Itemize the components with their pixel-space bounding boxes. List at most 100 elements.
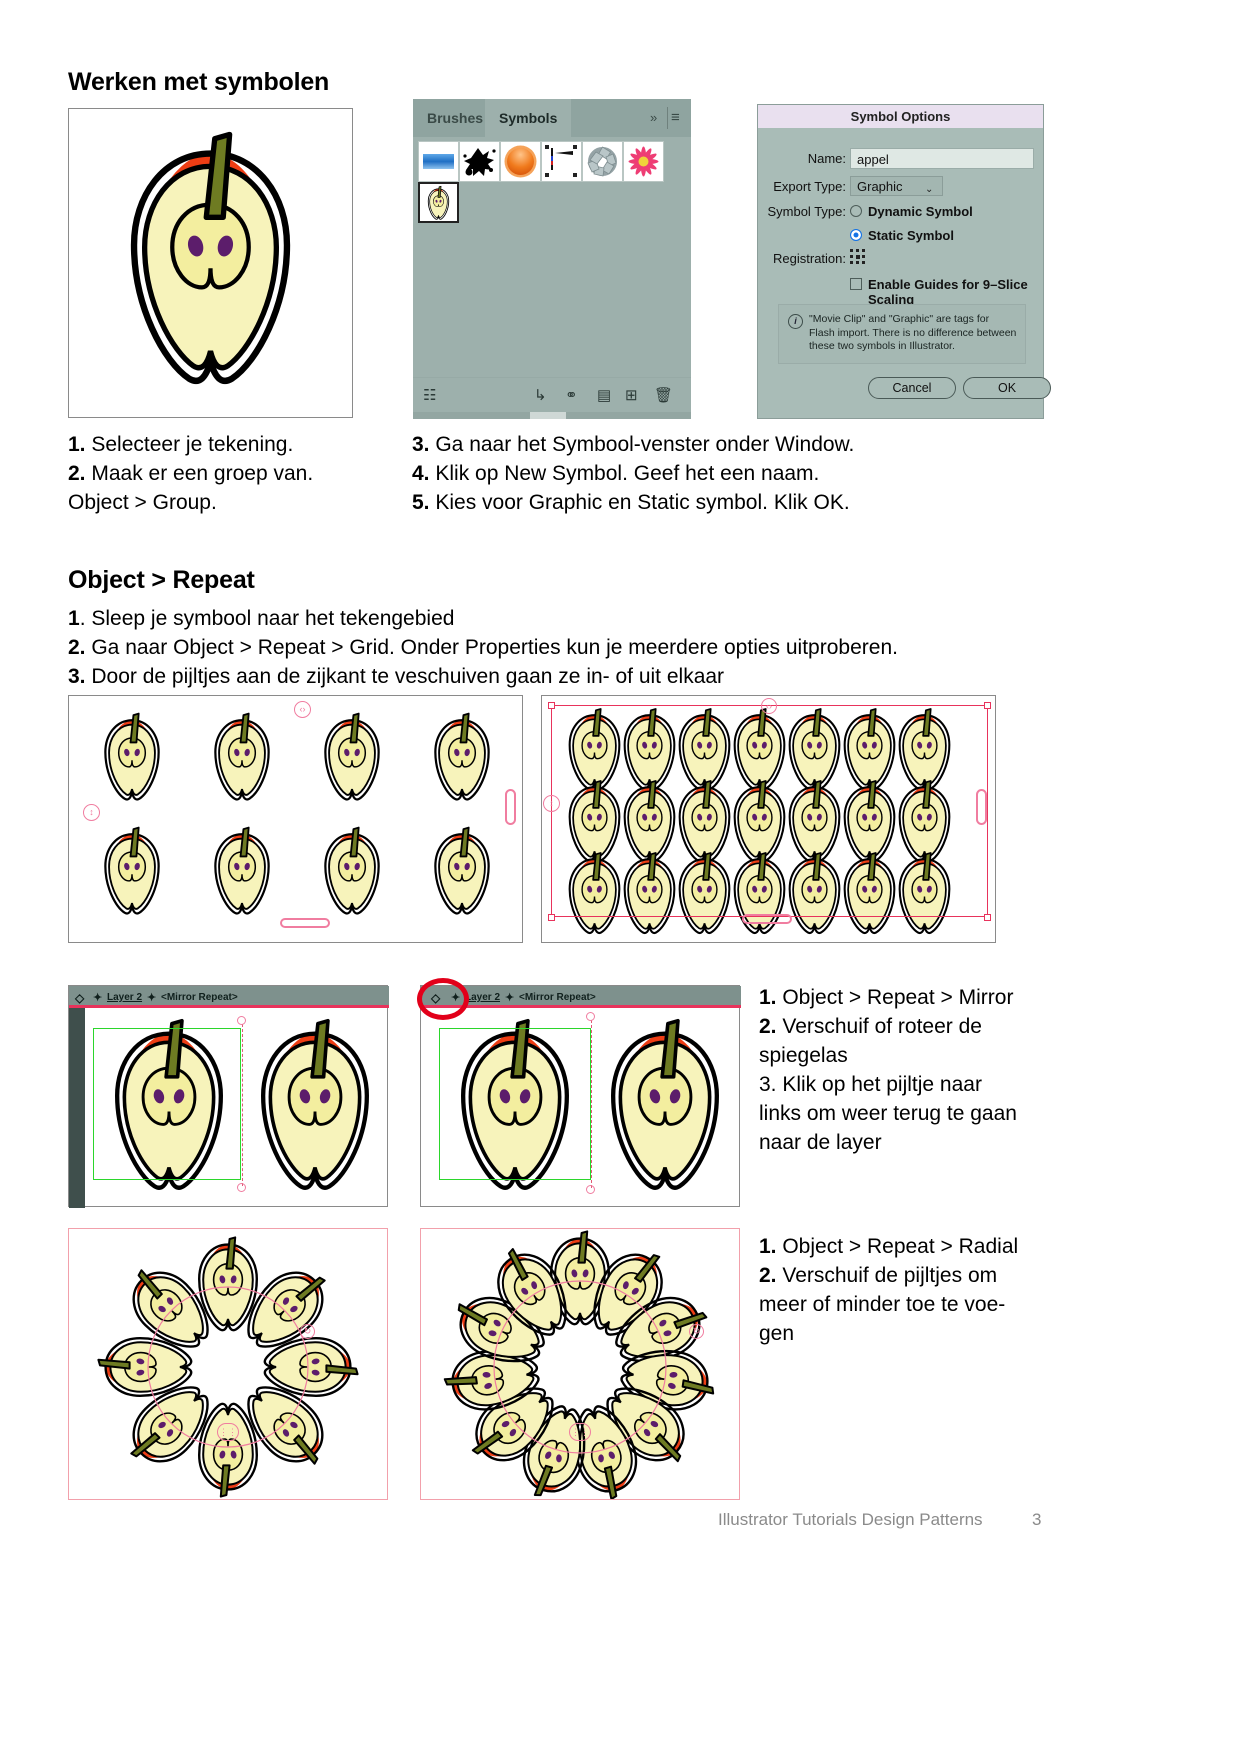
panel-collapse-icon[interactable]: »	[650, 110, 657, 125]
layer-bar-right[interactable]: ◇ ✦ Layer 2 ✦ <Mirror Repeat>	[421, 986, 741, 1008]
footer-page-number: 3	[1032, 1510, 1042, 1529]
grid-horizontal-handle-icon[interactable]: ‹›	[294, 701, 311, 718]
enable-guides-label[interactable]: Enable Guides for 9–Slice Scaling	[868, 277, 1043, 307]
mirror-axis-bottom-handle[interactable]	[586, 1185, 595, 1194]
grid-right-slider-handle[interactable]	[976, 789, 987, 825]
pink-daisy-symbol-icon	[628, 146, 659, 177]
grid-bottom-slider-handle[interactable]	[280, 918, 330, 928]
chevron-down-icon[interactable]: ⌄	[925, 184, 933, 195]
symbol-cell-apple[interactable]	[418, 182, 459, 223]
symbol-cell-pink-daisy[interactable]	[623, 141, 664, 182]
step-item: 4. Klik op New Symbol. Geef het een naam…	[412, 459, 1032, 488]
radial-count-handle[interactable]: ⋮⋮	[217, 1423, 239, 1441]
panel-horizontal-scrollbar[interactable]	[413, 412, 691, 419]
panel-footer: ☷ ↳ ⚭ ▤ ⊞ 🗑	[413, 377, 691, 412]
step-number: 3.	[412, 433, 430, 456]
selection-handle[interactable]	[984, 914, 991, 921]
symbol-options-icon[interactable]: ▤	[597, 386, 611, 404]
place-symbol-instance-icon[interactable]: ↳	[534, 386, 547, 404]
new-symbol-icon[interactable]: ⊞	[625, 386, 638, 404]
grid-vertical-handle-icon[interactable]: ↕	[83, 804, 100, 821]
symbol-cell-blue-gradient[interactable]	[418, 141, 459, 182]
mirror-axis-top-handle[interactable]	[237, 1016, 246, 1025]
grey-ribbon-ring-symbol-icon	[587, 146, 617, 177]
radial-repeat-right[interactable]: ↻ ⋮⋮	[420, 1228, 740, 1507]
break-link-icon[interactable]: ⚭	[565, 386, 578, 404]
grid-right-slider-handle[interactable]	[505, 789, 516, 825]
section-title-object-repeat: Object > Repeat	[68, 566, 255, 594]
symbol-name-input[interactable]: appel	[850, 148, 1034, 169]
name-label: Name:	[807, 151, 846, 166]
radial-rotate-handle[interactable]: ↻	[689, 1324, 704, 1339]
selection-handle[interactable]	[548, 702, 555, 709]
static-symbol-label[interactable]: Static Symbol	[868, 228, 954, 243]
enable-guides-checkbox[interactable]	[850, 278, 862, 290]
step-number: 5.	[412, 491, 430, 514]
repeat-name-label: <Mirror Repeat>	[161, 992, 238, 1003]
radial-apples-left	[97, 1236, 359, 1498]
back-arrow-icon[interactable]: ◇	[75, 991, 84, 1005]
symbol-libraries-icon[interactable]: ☷	[423, 386, 436, 404]
radial-count-handle[interactable]: ⋮⋮	[569, 1423, 591, 1441]
grid-vertical-handle-icon-outer[interactable]: ↕	[543, 795, 560, 812]
mirror-axis-top-handle[interactable]	[586, 1012, 595, 1021]
mirror-axis-line[interactable]	[591, 1020, 592, 1188]
grid-bottom-slider-handle[interactable]	[742, 914, 792, 924]
tutorial-page: Werken met symbolen Brushes Symbols » ≡	[0, 0, 1240, 1754]
tab-symbols[interactable]: Symbols	[485, 99, 572, 137]
step-text: naar de layer	[759, 1131, 882, 1154]
grid-horizontal-handle-icon[interactable]: ‹›	[761, 698, 777, 714]
info-icon: i	[788, 314, 803, 329]
step-number: 1.	[759, 986, 777, 1009]
static-symbol-radio[interactable]	[850, 229, 862, 241]
step-number: 2.	[68, 636, 86, 659]
mirror-screenshot-right[interactable]: ◇ ✦ Layer 2 ✦ <Mirror Repeat>	[420, 985, 741, 1207]
mirror-axis-line[interactable]	[242, 1024, 243, 1186]
symbol-options-dialog[interactable]: Symbol Options Name: appel Export Type: …	[757, 104, 1051, 419]
radial-repeat-left[interactable]: ↻ ⋮⋮	[68, 1228, 388, 1500]
selection-handle[interactable]	[548, 914, 555, 921]
step-item: meer of minder toe te voe-	[759, 1290, 1049, 1319]
dynamic-symbol-radio[interactable]	[850, 205, 862, 217]
step-item: 1. Object > Repeat > Radial	[759, 1232, 1049, 1261]
symbol-cell-orange-button[interactable]	[500, 141, 541, 182]
step-text: meer of minder toe te voe-	[759, 1293, 1006, 1316]
step-text: Maak er een groep van.	[85, 462, 314, 485]
cancel-button[interactable]: Cancel	[868, 377, 956, 399]
radial-rotate-handle[interactable]: ↻	[300, 1324, 315, 1339]
red-highlight-circle	[417, 978, 469, 1020]
ok-button[interactable]: OK	[963, 377, 1051, 399]
layer-name-label[interactable]: Layer 2	[107, 992, 142, 1003]
orange-button-symbol-icon	[504, 145, 537, 178]
mirror-screenshot-left[interactable]: ◇ ✦ Layer 2 ✦ <Mirror Repeat>	[68, 985, 389, 1208]
mirror-axis-bottom-handle[interactable]	[237, 1183, 246, 1192]
step-item: 3. Klik op het pijltje naar	[759, 1070, 1049, 1099]
layers-icon: ✦	[93, 992, 103, 1004]
step-item: 2. Verschuif of roteer de	[759, 1012, 1049, 1041]
panel-menu-icon[interactable]: ≡	[671, 109, 680, 126]
step-text: Ga naar het Symbool-venster onder Window…	[429, 433, 855, 456]
mirror-instructions-block: 1. Object > Repeat > Mirror 2. Verschuif…	[759, 983, 1049, 1157]
symbols-panel[interactable]: Brushes Symbols » ≡ ☷ ↳ ⚭ ▤ ⊞ 🗑	[413, 99, 691, 419]
steps-right-block: 3. Ga naar het Symbool-venster onder Win…	[412, 430, 1032, 517]
apple-symbol-icon	[427, 185, 450, 220]
dynamic-symbol-label[interactable]: Dynamic Symbol	[868, 204, 973, 219]
symbol-cell-gradient-slider[interactable]	[541, 141, 582, 182]
registration-grid-icon[interactable]	[850, 249, 866, 265]
step-text: . Sleep je symbool naar het tekengebied	[79, 607, 455, 630]
selection-handle[interactable]	[984, 702, 991, 709]
layer-bar-left[interactable]: ◇ ✦ Layer 2 ✦ <Mirror Repeat>	[69, 986, 389, 1008]
symbol-cell-ink-splat[interactable]	[459, 141, 500, 182]
grid-repeat-artboard[interactable]: ‹› ↕	[68, 695, 523, 943]
step-text: Object > Repeat > Mirror	[776, 986, 1014, 1009]
grid-repeat-apples	[104, 712, 490, 915]
step-item: 5. Kies voor Graphic en Static symbol. K…	[412, 488, 1032, 517]
step-number: 2.	[68, 462, 86, 485]
delete-symbol-icon[interactable]: 🗑	[654, 386, 673, 404]
symbol-type-label: Symbol Type:	[767, 204, 846, 219]
step-text: Kies voor Graphic en Static symbol. Klik…	[429, 491, 850, 514]
symbol-cell-ribbon-ring[interactable]	[582, 141, 623, 182]
grid-repeat-dense-artboard[interactable]: ‹›	[541, 695, 996, 943]
step-number: 1	[68, 607, 80, 630]
layer-name-label[interactable]: Layer 2	[465, 992, 500, 1003]
